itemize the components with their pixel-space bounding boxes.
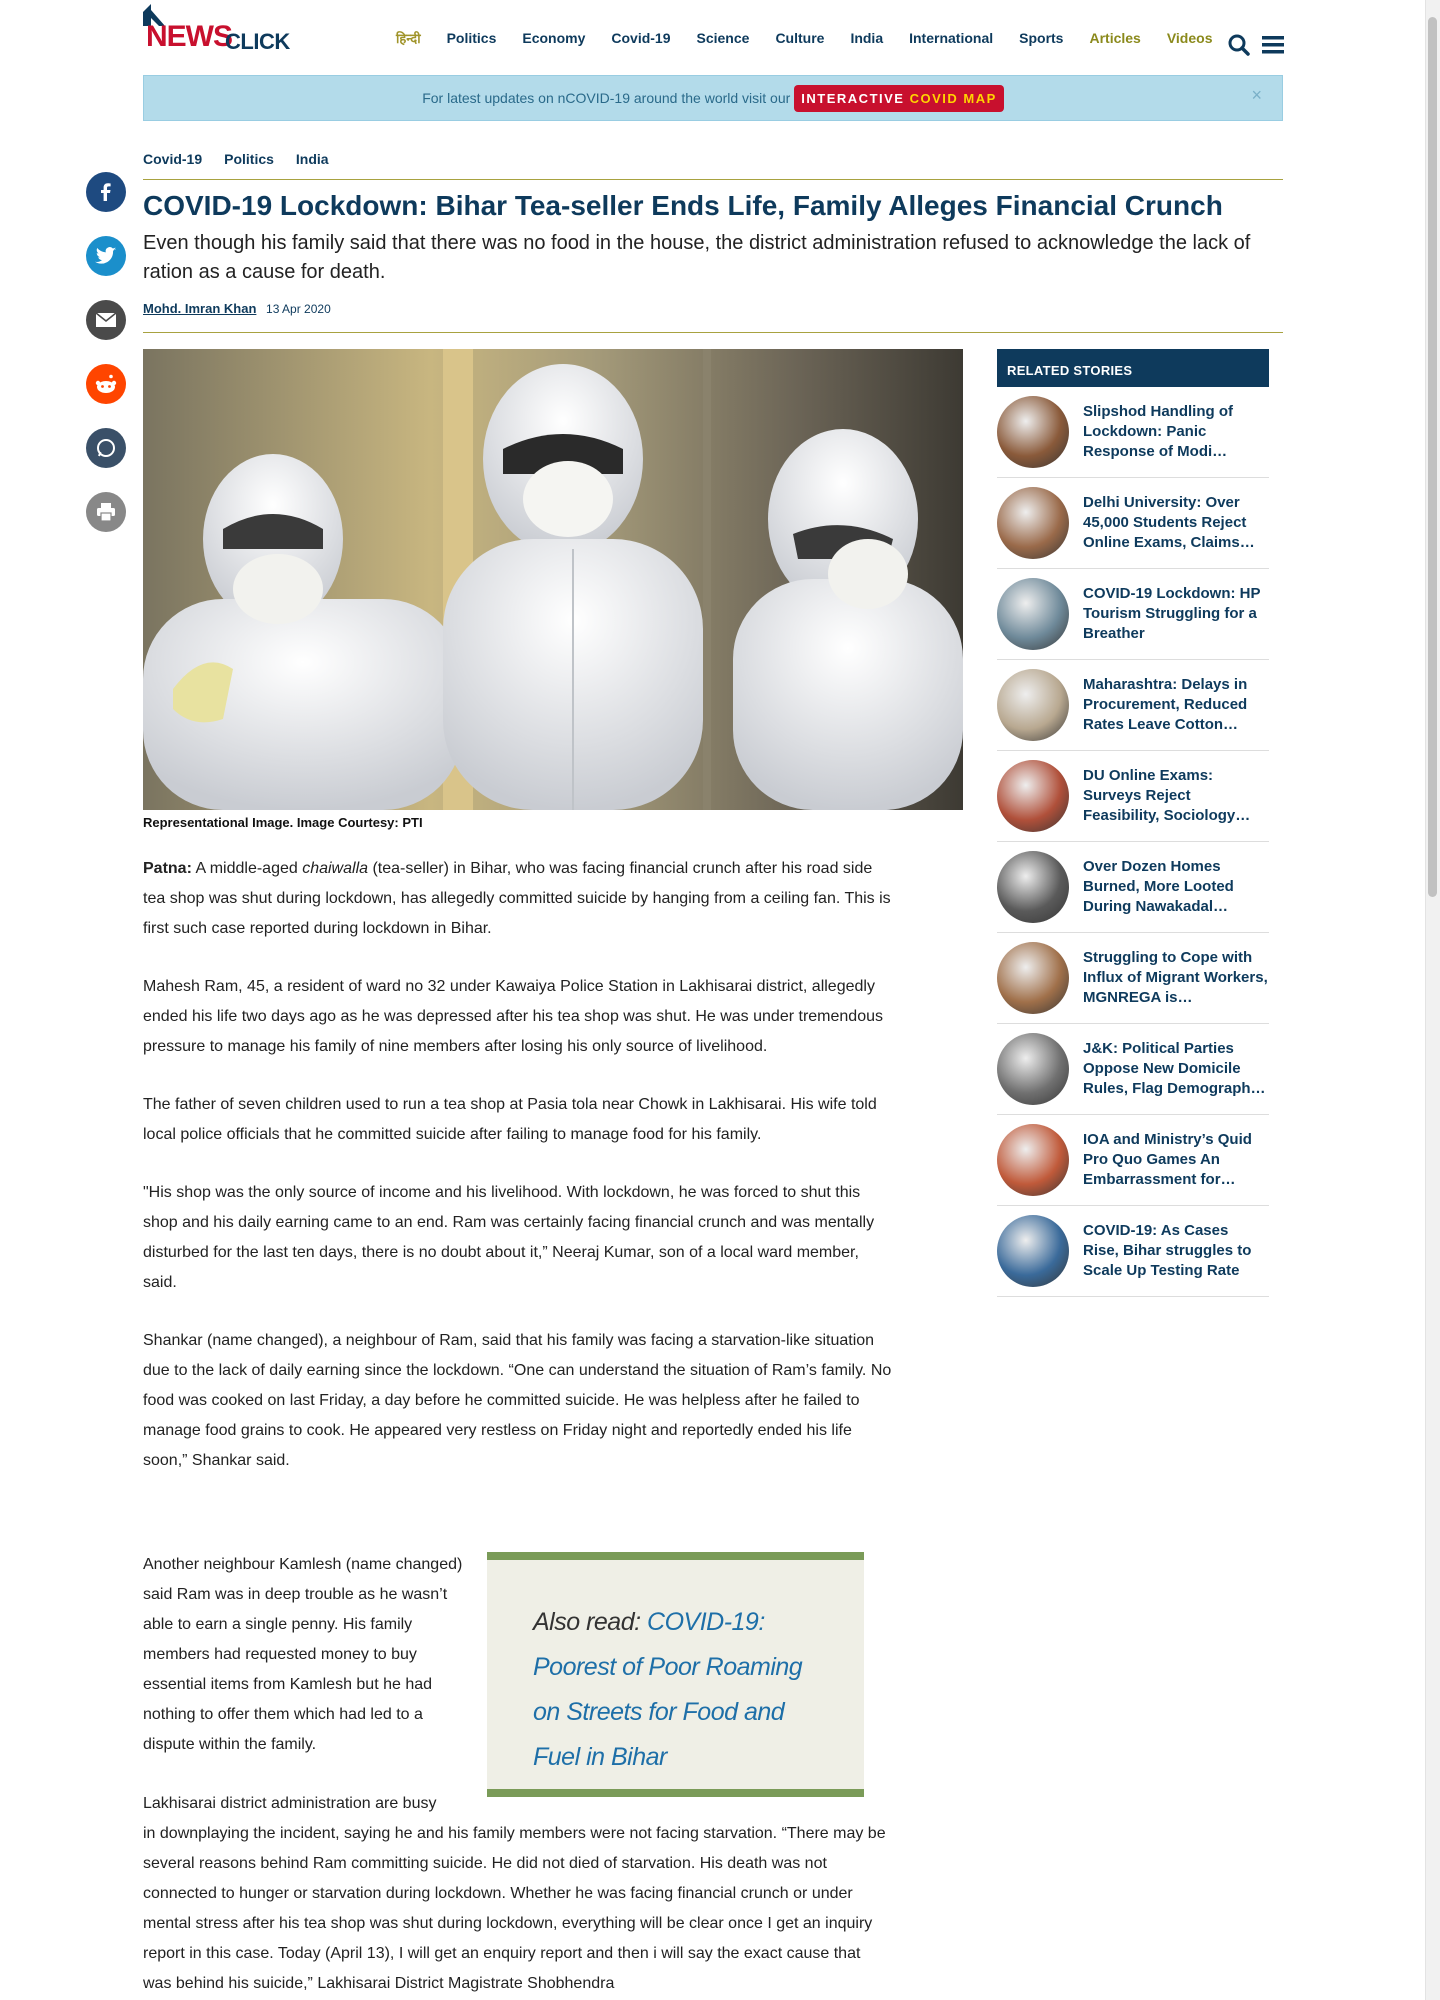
logo-click-text: CLICK — [225, 29, 290, 54]
paragraph: Lakhisarai district administration are b… — [143, 1789, 893, 1999]
article-title: COVID-19 Lockdown: Bihar Tea-seller Ends… — [143, 190, 1223, 221]
related-story-title[interactable]: Slipshod Handling of Lockdown: Panic Res… — [1083, 402, 1268, 462]
whatsapp-icon[interactable] — [86, 428, 126, 468]
related-story-thumbnail[interactable] — [997, 396, 1069, 468]
scrollbar[interactable] — [1425, 0, 1440, 2000]
related-story-thumbnail[interactable] — [997, 851, 1069, 923]
paragraph: The father of seven children used to run… — [143, 1096, 877, 1143]
paragraph-text: Lakhisarai district administration are b… — [143, 1795, 437, 1812]
also-read-box: Also read: COVID-19: Poorest of Poor Roa… — [487, 1552, 864, 1797]
related-story-item[interactable]: J&K: Political Parties Oppose New Domici… — [997, 1024, 1269, 1115]
social-share-bar — [86, 172, 126, 532]
site-logo[interactable]: NEWS CLICK — [143, 4, 308, 54]
publish-date: 13 Apr 2020 — [266, 302, 331, 316]
article-subtitle: Even though his family said that there w… — [143, 232, 1251, 283]
image-caption: Representational Image. Image Courtesy: … — [143, 815, 423, 830]
reddit-icon[interactable] — [86, 364, 126, 404]
print-icon[interactable] — [86, 492, 126, 532]
related-story-title[interactable]: DU Online Exams: Surveys Reject Feasibil… — [1083, 766, 1268, 826]
nav-item-videos[interactable]: Videos — [1154, 30, 1226, 47]
related-story-item[interactable]: COVID-19: As Cases Rise, Bihar struggles… — [997, 1206, 1269, 1297]
banner-close-button[interactable]: × — [1251, 85, 1262, 106]
related-story-title[interactable]: COVID-19 Lockdown: HP Tourism Struggling… — [1083, 584, 1268, 644]
related-story-item[interactable]: Struggling to Cope with Influx of Migran… — [997, 933, 1269, 1024]
byline: Mohd. Imran Khan 13 Apr 2020 — [143, 301, 331, 316]
covid-map-button-label-2: COVID MAP — [909, 90, 997, 106]
facebook-icon[interactable] — [86, 172, 126, 212]
search-icon[interactable] — [1228, 34, 1250, 56]
related-story-title[interactable]: IOA and Ministry’s Quid Pro Quo Games An… — [1083, 1130, 1268, 1190]
nav-item-india[interactable]: India — [837, 30, 896, 47]
related-stories: RELATED STORIES Slipshod Handling of Loc… — [997, 349, 1269, 1297]
breadcrumb-item-politics[interactable]: Politics — [224, 151, 274, 167]
related-story-title[interactable]: Over Dozen Homes Burned, More Looted Dur… — [1083, 857, 1268, 917]
related-story-thumbnail[interactable] — [997, 1124, 1069, 1196]
nav-item-politics[interactable]: Politics — [434, 30, 510, 47]
twitter-icon[interactable] — [86, 236, 126, 276]
logo-news-text: NEWS — [146, 20, 233, 53]
article-body: Patna: A middle-aged chaiwalla (tea-sell… — [143, 854, 893, 1504]
related-story-title[interactable]: COVID-19: As Cases Rise, Bihar struggles… — [1083, 1221, 1268, 1281]
nav-item-hindi[interactable]: हिन्दी — [383, 29, 434, 47]
nav-item-covid-19[interactable]: Covid-19 — [598, 30, 683, 47]
related-stories-heading: RELATED STORIES — [997, 349, 1269, 387]
nav-item-sports[interactable]: Sports — [1006, 30, 1076, 47]
nav-item-culture[interactable]: Culture — [762, 30, 837, 47]
paragraph: Mahesh Ram, 45, a resident of ward no 32… — [143, 978, 883, 1055]
related-story-item[interactable]: Slipshod Handling of Lockdown: Panic Res… — [997, 387, 1269, 478]
nav-item-economy[interactable]: Economy — [509, 30, 598, 47]
related-story-thumbnail[interactable] — [997, 578, 1069, 650]
related-story-title[interactable]: Maharashtra: Delays in Procurement, Redu… — [1083, 675, 1268, 735]
breadcrumb-item-covid-19[interactable]: Covid-19 — [143, 151, 202, 167]
email-icon[interactable] — [86, 300, 126, 340]
related-story-item[interactable]: COVID-19 Lockdown: HP Tourism Struggling… — [997, 569, 1269, 660]
covid-map-button-label-1: INTERACTIVE — [801, 90, 910, 106]
paragraph: Shankar (name changed), a neighbour of R… — [143, 1332, 892, 1469]
nav-item-science[interactable]: Science — [684, 30, 763, 47]
hero-image — [143, 349, 963, 810]
related-story-title[interactable]: Delhi University: Over 45,000 Students R… — [1083, 493, 1268, 553]
related-story-thumbnail[interactable] — [997, 1033, 1069, 1105]
paragraph-text: A middle-aged — [191, 860, 303, 877]
scrollbar-thumb[interactable] — [1428, 17, 1437, 897]
nav-item-articles[interactable]: Articles — [1076, 30, 1153, 47]
covid-map-button[interactable]: INTERACTIVE COVID MAP — [794, 84, 1004, 112]
paragraph: "His shop was the only source of income … — [143, 1184, 875, 1291]
related-story-title[interactable]: Struggling to Cope with Influx of Migran… — [1083, 948, 1268, 1008]
related-story-item[interactable]: Maharashtra: Delays in Procurement, Redu… — [997, 660, 1269, 751]
breadcrumb: Covid-19 Politics India — [143, 151, 329, 167]
author-link[interactable]: Mohd. Imran Khan — [143, 301, 256, 316]
related-story-thumbnail[interactable] — [997, 669, 1069, 741]
related-story-item[interactable]: Delhi University: Over 45,000 Students R… — [997, 478, 1269, 569]
main-nav: हिन्दी Politics Economy Covid-19 Science Cult… — [383, 30, 1225, 47]
paragraph-text: in downplaying the incident, saying he a… — [143, 1825, 886, 1992]
related-story-thumbnail[interactable] — [997, 1215, 1069, 1287]
related-story-thumbnail[interactable] — [997, 942, 1069, 1014]
paragraph: Another neighbour Kamlesh (name changed)… — [143, 1556, 463, 1753]
related-story-thumbnail[interactable] — [997, 487, 1069, 559]
hamburger-menu-icon[interactable] — [1262, 35, 1284, 55]
related-story-item[interactable]: Over Dozen Homes Burned, More Looted Dur… — [997, 842, 1269, 933]
related-story-item[interactable]: IOA and Ministry’s Quid Pro Quo Games An… — [997, 1115, 1269, 1206]
breadcrumb-item-india[interactable]: India — [296, 151, 329, 167]
related-story-title[interactable]: J&K: Political Parties Oppose New Domici… — [1083, 1039, 1268, 1099]
related-story-item[interactable]: DU Online Exams: Surveys Reject Feasibil… — [997, 751, 1269, 842]
dateline: Patna: — [143, 860, 192, 877]
related-stories-list: Slipshod Handling of Lockdown: Panic Res… — [997, 387, 1269, 1297]
divider — [143, 332, 1283, 333]
nav-item-international[interactable]: International — [896, 30, 1006, 47]
covid-banner: For latest updates on nCOVID-19 around t… — [143, 75, 1283, 121]
related-story-thumbnail[interactable] — [997, 760, 1069, 832]
also-read-label: Also read: — [533, 1608, 648, 1636]
divider — [143, 179, 1283, 180]
banner-text: For latest updates on nCOVID-19 around t… — [422, 90, 791, 106]
paragraph: Patna: A middle-aged chaiwalla (tea-sell… — [143, 854, 893, 944]
site-header: NEWS CLICK हिन्दी Politics Economy Covid-19… — [143, 0, 1284, 70]
emphasis: chaiwalla — [302, 860, 369, 877]
